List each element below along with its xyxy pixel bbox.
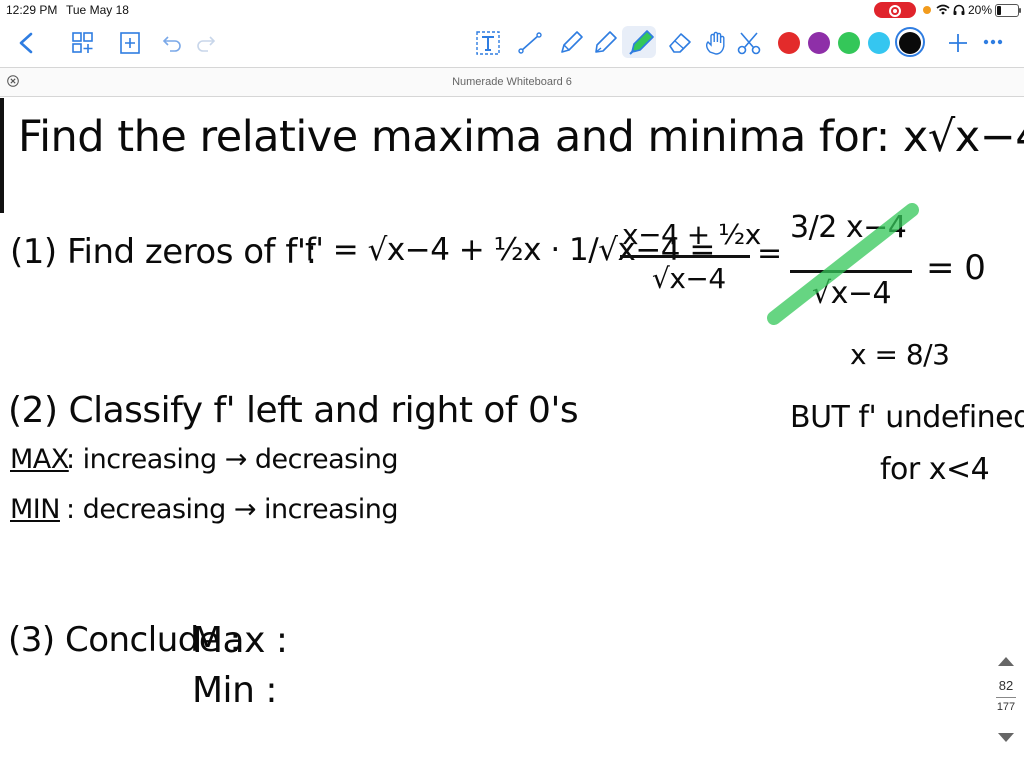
- highlighter-icon[interactable]: [627, 28, 655, 56]
- margin-bar: [0, 98, 4, 213]
- color-swatch-purple[interactable]: [808, 32, 830, 54]
- color-swatch-black[interactable]: [899, 32, 921, 54]
- battery-icon: [995, 4, 1021, 17]
- frac1-numerator: x−4 + ½x: [622, 218, 761, 251]
- pen-icon[interactable]: [592, 30, 618, 56]
- frac1-denominator: √x−4: [652, 262, 726, 295]
- frac1-bar: [620, 255, 750, 258]
- note-for: for x<4: [880, 452, 990, 487]
- add-icon[interactable]: [947, 32, 969, 54]
- max-text: : increasing → decreasing: [66, 444, 399, 475]
- battery-percent: 20%: [968, 3, 993, 17]
- eraser-icon[interactable]: [667, 31, 693, 55]
- step2-label: (2) Classify f' left and right of 0's: [8, 390, 579, 431]
- page-up-icon[interactable]: [998, 657, 1014, 666]
- undo-icon[interactable]: [162, 33, 184, 53]
- redo-icon[interactable]: [194, 33, 216, 53]
- max-label: MAX: [10, 444, 69, 475]
- page-indicator[interactable]: 82 177: [992, 655, 1020, 745]
- color-swatch-green[interactable]: [838, 32, 860, 54]
- mic-dot-icon: [923, 6, 931, 14]
- page-total: 177: [996, 701, 1016, 713]
- note-but: BUT f' undefined: [790, 400, 1024, 435]
- status-bar: 12:29 PM Tue May 18 20%: [0, 0, 1024, 20]
- scissors-icon[interactable]: [736, 30, 762, 56]
- hand-icon[interactable]: [703, 30, 729, 56]
- toolbar: [0, 20, 1024, 66]
- note-x-value: x = 8/3: [850, 338, 950, 371]
- more-icon[interactable]: [983, 39, 1003, 45]
- page-grid-icon[interactable]: [72, 32, 96, 54]
- add-page-icon[interactable]: [119, 31, 141, 55]
- document-title: Numerade Whiteboard 6: [452, 76, 572, 88]
- pencil-icon[interactable]: [558, 30, 584, 56]
- screen-record-icon[interactable]: [874, 2, 916, 18]
- lasso-line-icon[interactable]: [518, 32, 542, 54]
- conclude-max: Max :: [192, 620, 288, 661]
- whiteboard-canvas[interactable]: Find the relative maxima and minima for:…: [0, 98, 1024, 768]
- status-time: 12:29 PM: [6, 3, 58, 17]
- back-chevron-icon[interactable]: [18, 32, 34, 54]
- page-current: 82: [998, 678, 1014, 693]
- document-title-bar: Numerade Whiteboard 6: [0, 67, 1024, 97]
- wifi-icon: [936, 4, 950, 15]
- color-swatch-cyan[interactable]: [868, 32, 890, 54]
- conclude-min: Min :: [192, 670, 277, 711]
- heading-text: Find the relative maxima and minima for:…: [18, 112, 1024, 162]
- headphones-icon: [953, 4, 965, 15]
- min-label: MIN: [10, 494, 60, 525]
- page-down-icon[interactable]: [998, 733, 1014, 742]
- page-divider: [996, 697, 1016, 698]
- green-highlight-stroke: [767, 203, 919, 325]
- equals-zero: = 0: [926, 248, 986, 288]
- min-text: : decreasing → increasing: [66, 494, 399, 525]
- text-tool-icon[interactable]: [476, 31, 500, 55]
- color-swatch-red[interactable]: [778, 32, 800, 54]
- step1-label: (1) Find zeros of f':: [10, 232, 317, 272]
- status-date: Tue May 18: [66, 3, 129, 17]
